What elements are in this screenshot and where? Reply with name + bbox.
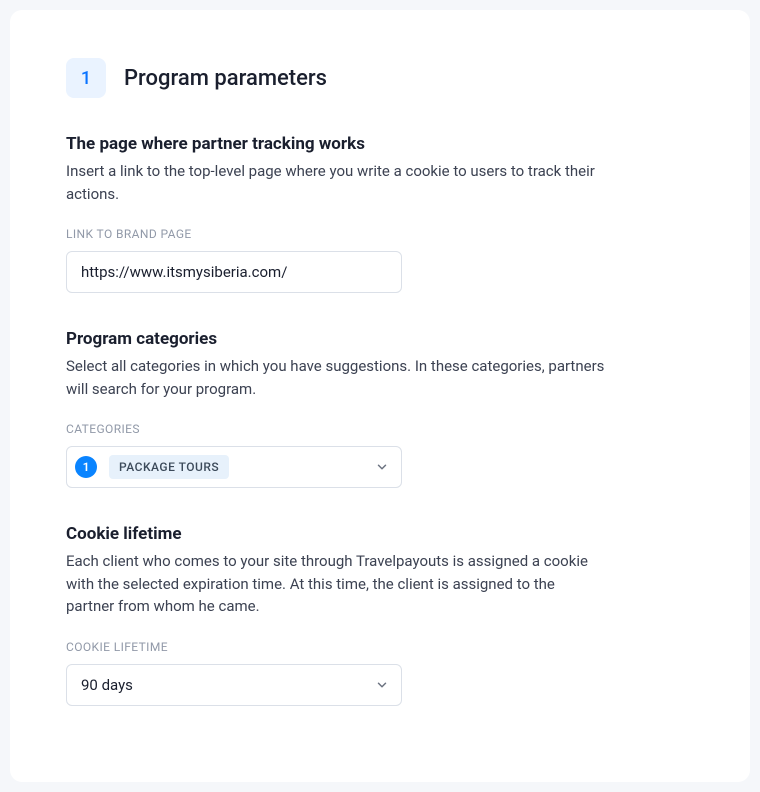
categories-select[interactable]: 1 PACKAGE TOURS — [66, 446, 402, 488]
section-tracking: The page where partner tracking works In… — [66, 134, 694, 293]
section-desc: Each client who comes to your site throu… — [66, 550, 606, 618]
field-label-brand-link: LINK TO BRAND PAGE — [66, 227, 694, 241]
section-categories: Program categories Select all categories… — [66, 329, 694, 488]
cookie-lifetime-select[interactable]: 90 days — [66, 664, 402, 706]
step-title: Program parameters — [124, 66, 327, 91]
section-desc: Insert a link to the top-level page wher… — [66, 160, 606, 205]
section-desc: Select all categories in which you have … — [66, 355, 606, 400]
chevron-down-icon — [375, 678, 389, 692]
section-cookie: Cookie lifetime Each client who comes to… — [66, 524, 694, 706]
field-label-cookie: COOKIE LIFETIME — [66, 640, 694, 654]
form-card: 1 Program parameters The page where part… — [10, 10, 750, 782]
section-title: Program categories — [66, 329, 694, 349]
brand-link-input[interactable] — [66, 251, 402, 293]
field-label-categories: CATEGORIES — [66, 422, 694, 436]
step-header: 1 Program parameters — [66, 58, 694, 98]
section-title: The page where partner tracking works — [66, 134, 694, 154]
category-chip: PACKAGE TOURS — [109, 455, 229, 479]
section-title: Cookie lifetime — [66, 524, 694, 544]
step-number-badge: 1 — [66, 58, 106, 98]
chevron-down-icon — [375, 460, 389, 474]
categories-count-badge: 1 — [75, 456, 97, 478]
cookie-lifetime-value: 90 days — [81, 676, 375, 694]
